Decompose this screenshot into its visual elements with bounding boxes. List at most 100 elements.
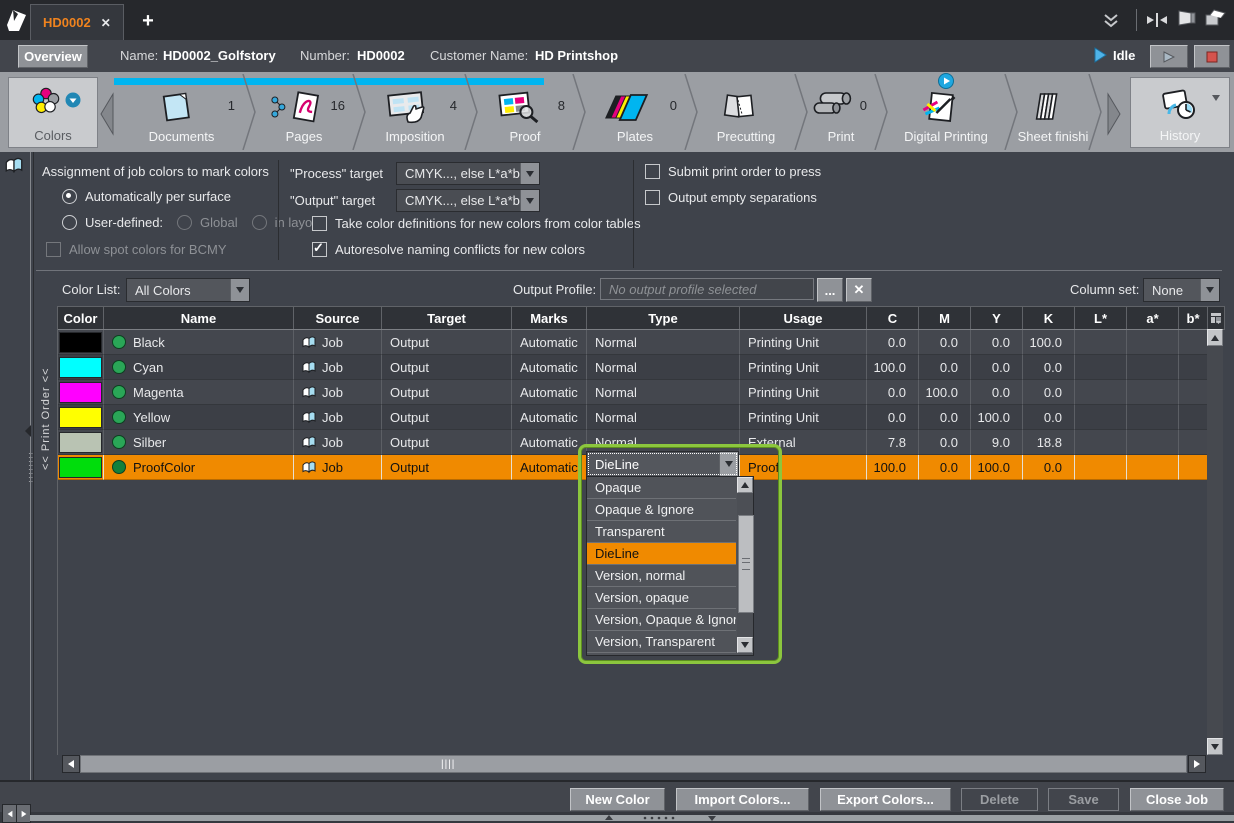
column-header-m[interactable]: M <box>919 307 971 329</box>
table-row-cyan[interactable]: CyanJobOutputAutomaticNormalPrinting Uni… <box>58 355 1208 380</box>
new-tab-button[interactable]: + <box>128 4 168 39</box>
horizontal-scrollbar[interactable]: |||| <box>80 755 1187 773</box>
workflow-step-digital-printing[interactable]: Digital Printing <box>881 74 1011 150</box>
fit-width-icon[interactable] <box>1146 12 1168 28</box>
panel-collapse-right-icon[interactable] <box>16 804 31 823</box>
checkbox-output-empty[interactable]: Output empty separations <box>645 190 817 205</box>
scroll-left-icon[interactable] <box>62 755 80 773</box>
column-header-k[interactable]: K <box>1023 307 1075 329</box>
column-header-name[interactable]: Name <box>104 307 294 329</box>
workflow-step-plates[interactable]: 0Plates <box>579 74 691 150</box>
dropdown-scrollbar[interactable] <box>737 477 753 653</box>
output-target-combo[interactable]: CMYK..., else L*a*b* <box>396 189 540 212</box>
scroll-steps-left-icon[interactable] <box>99 92 115 139</box>
collapse-chevrons-icon[interactable] <box>1102 12 1120 28</box>
colors-dropdown-badge[interactable] <box>65 92 81 111</box>
workflow-step-documents[interactable]: 1Documents <box>114 74 249 150</box>
chevron-down-icon[interactable] <box>719 452 738 476</box>
checkbox-icon[interactable] <box>312 216 327 231</box>
dropdown-scroll-up-icon[interactable] <box>737 477 753 493</box>
workflow-step-print[interactable]: 0Print <box>801 74 881 150</box>
overview-button[interactable]: Overview <box>18 45 88 68</box>
duplicate-window-icon[interactable] <box>1204 10 1228 26</box>
dropdown-item-version-opaque[interactable]: Version, opaque <box>587 587 736 609</box>
history-dropdown-icon[interactable] <box>1211 90 1221 105</box>
splitter-collapse-icon[interactable] <box>24 424 32 441</box>
workflow-step-sheet-finishi[interactable]: Sheet finishi <box>1011 74 1095 150</box>
dropdown-item-version-normal[interactable]: Version, normal <box>587 565 736 587</box>
column-header-color[interactable]: Color <box>58 307 104 329</box>
dropdown-item-opaque[interactable]: Opaque <box>587 477 736 499</box>
column-header-a-[interactable]: a* <box>1127 307 1179 329</box>
radio-icon[interactable] <box>62 189 77 204</box>
checkbox-submit-print-order[interactable]: Submit print order to press <box>645 164 821 179</box>
dropdown-item-opaque-ignore[interactable]: Opaque & Ignore <box>587 499 736 521</box>
export-colors-button[interactable]: Export Colors... <box>820 788 951 811</box>
panel-collapse-left-icon[interactable] <box>2 804 17 823</box>
checkbox-color-tables[interactable]: Take color definitions for new colors fr… <box>312 216 641 231</box>
dropdown-item-version-transparent[interactable]: Version, Transparent <box>587 631 736 653</box>
chevron-down-icon[interactable] <box>520 163 539 184</box>
table-row-magenta[interactable]: MagentaJobOutputAutomaticNormalPrinting … <box>58 380 1208 405</box>
column-set-combo[interactable]: None <box>1143 278 1220 302</box>
type-combobox[interactable]: DieLine <box>586 451 739 477</box>
scroll-right-icon[interactable] <box>1188 755 1206 773</box>
checkbox-icon[interactable] <box>645 164 660 179</box>
column-header-marks[interactable]: Marks <box>512 307 587 329</box>
checkbox-autoresolve[interactable]: Autoresolve naming conflicts for new col… <box>312 242 585 257</box>
color-list-combo[interactable]: All Colors <box>126 278 250 302</box>
column-config-icon[interactable] <box>1207 306 1225 330</box>
chevron-down-icon[interactable] <box>230 279 249 301</box>
stop-button[interactable] <box>1194 45 1230 68</box>
bottom-splitter-bar[interactable] <box>30 815 1234 821</box>
checkbox-icon[interactable] <box>312 242 327 257</box>
radio-automatically-per-surface[interactable]: Automatically per surface <box>62 189 231 204</box>
process-target-combo[interactable]: CMYK..., else L*a*b* <box>396 162 540 185</box>
chevron-down-icon[interactable] <box>1200 279 1219 301</box>
monitor-icon[interactable] <box>1176 10 1198 26</box>
clear-profile-button[interactable]: ✕ <box>846 278 872 302</box>
job-tab[interactable]: HD0002 ✕ <box>30 4 124 40</box>
table-row-yellow[interactable]: YellowJobOutputAutomaticNormalPrinting U… <box>58 405 1208 430</box>
chevron-down-icon[interactable] <box>520 190 539 211</box>
column-header-c[interactable]: C <box>867 307 919 329</box>
dropdown-item-version-opaque-ignore[interactable]: Version, Opaque & Ignore <box>587 609 736 631</box>
dropdown-item-transparent[interactable]: Transparent <box>587 521 736 543</box>
output-profile-input[interactable] <box>600 278 814 300</box>
column-header-type[interactable]: Type <box>587 307 740 329</box>
vertical-scrollbar[interactable] <box>1207 329 1223 755</box>
import-colors-button[interactable]: Import Colors... <box>676 788 809 811</box>
workflow-step-precutting[interactable]: Precutting <box>691 74 801 150</box>
dropdown-scroll-down-icon[interactable] <box>737 637 753 653</box>
scroll-steps-right-icon[interactable] <box>1106 92 1122 139</box>
new-color-button[interactable]: New Color <box>570 788 665 811</box>
column-header-y[interactable]: Y <box>971 307 1023 329</box>
footer-button-bar: New Color Import Colors... Export Colors… <box>0 780 1234 814</box>
column-header-target[interactable]: Target <box>382 307 512 329</box>
workflow-step-history[interactable]: History <box>1130 77 1230 148</box>
column-header-b-[interactable]: b* <box>1179 307 1208 329</box>
job-note-icon[interactable] <box>5 156 23 177</box>
close-job-button[interactable]: Close Job <box>1130 788 1224 811</box>
table-row-black[interactable]: BlackJobOutputAutomaticNormalPrinting Un… <box>58 330 1208 355</box>
workflow-step-imposition[interactable]: 4Imposition <box>359 74 471 150</box>
browse-profile-button[interactable]: ... <box>817 278 843 302</box>
delete-button[interactable]: Delete <box>961 788 1038 811</box>
column-header-usage[interactable]: Usage <box>740 307 867 329</box>
scroll-up-icon[interactable] <box>1207 329 1223 346</box>
column-header-l-[interactable]: L* <box>1075 307 1127 329</box>
workflow-step-colors[interactable]: Colors <box>8 77 98 148</box>
splitter-grip[interactable]: ································ <box>28 452 33 488</box>
workflow-step-pages[interactable]: 16Pages <box>249 74 359 150</box>
run-button[interactable] <box>1150 45 1188 68</box>
checkbox-icon[interactable] <box>645 190 660 205</box>
scroll-down-icon[interactable] <box>1207 738 1223 755</box>
dropdown-item-dieline[interactable]: DieLine <box>587 543 736 565</box>
tab-close-icon[interactable]: ✕ <box>101 16 111 30</box>
dropdown-scroll-thumb[interactable] <box>738 515 754 613</box>
radio-user-defined[interactable]: User-defined: Global in layout <box>62 215 323 230</box>
radio-icon[interactable] <box>62 215 77 230</box>
save-button[interactable]: Save <box>1048 788 1119 811</box>
column-header-source[interactable]: Source <box>294 307 382 329</box>
workflow-step-proof[interactable]: 8Proof <box>471 74 579 150</box>
